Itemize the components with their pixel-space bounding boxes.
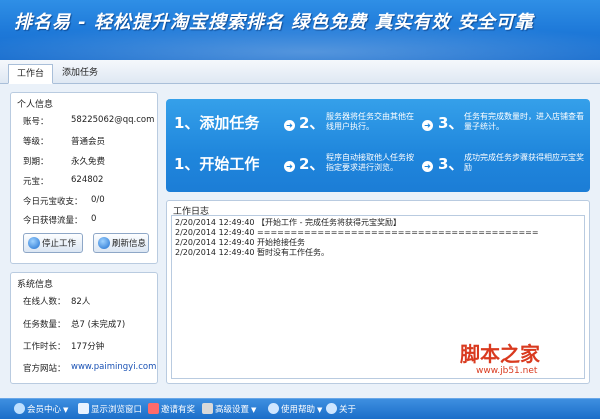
account-value: 58225062@qq.com <box>71 115 155 125</box>
step1-add-task: 1、添加任务 <box>174 114 260 132</box>
work-duration-value: 177分钟 <box>71 342 105 352</box>
step2-text: 服务器将任务交由其他在线用户执行。 <box>326 112 414 131</box>
help-menu[interactable]: 使用帮助 ▼ <box>268 403 322 417</box>
advanced-settings-label: 高级设置 <box>215 405 250 415</box>
level-label: 等级： <box>23 137 49 147</box>
stop-icon <box>28 237 40 249</box>
system-info-panel: 系统信息 在线人数： 82人 任务数量： 总7 (未完成7) 工作时长： 177… <box>10 272 158 384</box>
member-center-label: 会员中心 <box>27 405 62 415</box>
expiry-row: 到期： 永久免费 <box>23 155 105 167</box>
level-value: 普通会员 <box>71 137 106 147</box>
today-coins-value: 0/0 <box>91 195 105 205</box>
work-duration-label: 工作时长： <box>23 342 66 352</box>
info-icon <box>326 403 337 414</box>
user-icon <box>14 403 25 414</box>
about-label: 关于 <box>339 405 357 415</box>
online-users-value: 82人 <box>71 297 91 307</box>
step3b-number: 3、 <box>438 155 464 173</box>
arrow-icon: ➜ <box>284 120 295 131</box>
arrow-icon: ➜ <box>422 161 433 172</box>
show-browser-window-button[interactable]: 显示浏览窗口 <box>78 403 142 417</box>
tools-icon <box>202 403 213 414</box>
personal-info-title: 个人信息 <box>17 100 54 110</box>
website-row: 官方网站： www.paimingyi.com <box>23 362 156 374</box>
advanced-settings-menu[interactable]: 高级设置 ▼ <box>202 403 256 417</box>
watermark-logo: 脚本之家 <box>460 342 540 366</box>
invite-reward-button[interactable]: 邀请有奖 <box>148 403 195 417</box>
account-label: 账号： <box>23 117 49 127</box>
website-link[interactable]: www.paimingyi.com <box>71 362 156 372</box>
stop-work-label: 停止工作 <box>42 239 77 249</box>
arrow-icon: ➜ <box>422 120 433 131</box>
task-count-row: 任务数量： 总7 (未完成7) <box>23 318 125 330</box>
today-traffic-row: 今日获得流量： 0 <box>23 214 96 226</box>
log-line: 2/20/2014 12:49:40 =====================… <box>175 228 539 237</box>
coins-label: 元宝： <box>23 177 49 187</box>
tab-bar: 工作台 添加任务 <box>0 60 600 84</box>
bottom-toolbar: 会员中心 ▼ 显示浏览窗口 邀请有奖 高级设置 ▼ 使用帮助 ▼ 关于 <box>0 398 600 419</box>
online-users-row: 在线人数： 82人 <box>23 295 90 307</box>
caret-down-icon: ▼ <box>317 406 323 414</box>
refresh-info-button[interactable]: 刷新信息 <box>93 233 149 253</box>
arrow-icon: ➜ <box>284 161 295 172</box>
log-line: 2/20/2014 12:49:40 开始抢接任务 <box>175 238 306 247</box>
about-button[interactable]: 关于 <box>326 403 356 417</box>
step3b-text: 成功完成任务步骤获得相应元宝奖励 <box>464 153 584 172</box>
task-count-label: 任务数量： <box>23 320 66 330</box>
how-it-works-banner: 1、添加任务 ➜ 2、 服务器将任务交由其他在线用户执行。 ➜ 3、 任务有完成… <box>166 99 590 192</box>
task-count-value: 总7 (未完成7) <box>71 320 126 330</box>
refresh-info-label: 刷新信息 <box>112 239 147 249</box>
caret-down-icon: ▼ <box>63 406 69 414</box>
step2b-number: 2、 <box>299 155 325 173</box>
caret-down-icon: ▼ <box>251 406 257 414</box>
step2-number: 2、 <box>299 114 325 132</box>
show-browser-label: 显示浏览窗口 <box>91 405 143 415</box>
website-label: 官方网站： <box>23 364 66 374</box>
help-label: 使用帮助 <box>281 405 316 415</box>
today-coins-label: 今日元宝收支： <box>23 197 83 207</box>
level-row: 等级： 普通会员 <box>23 135 105 147</box>
coins-row: 元宝： 624802 <box>23 175 103 187</box>
account-row: 账号： 58225062@qq.com <box>23 115 154 127</box>
member-center-menu[interactable]: 会员中心 ▼ <box>14 403 68 417</box>
window-icon <box>78 403 89 414</box>
tab-workbench[interactable]: 工作台 <box>8 64 54 84</box>
coins-value: 624802 <box>71 175 104 185</box>
system-info-title: 系统信息 <box>17 280 54 290</box>
step3-text: 任务有完成数量时，进入店铺查看量子统计。 <box>464 112 584 131</box>
expiry-label: 到期： <box>23 157 49 167</box>
header-banner: 排名易 - 轻松提升淘宝搜索排名 绿色免费 真实有效 安全可靠 <box>0 0 600 60</box>
log-line: 2/20/2014 12:49:40 【开始工作 - 完成任务将获得元宝奖励】 <box>175 218 402 227</box>
invite-label: 邀请有奖 <box>161 405 196 415</box>
tab-add-task[interactable]: 添加任务 <box>54 64 106 84</box>
online-users-label: 在线人数： <box>23 297 66 307</box>
personal-info-panel: 个人信息 账号： 58225062@qq.com 等级： 普通会员 到期： 永久… <box>10 92 158 264</box>
watermark-url: www.jb51.net <box>476 366 538 376</box>
expiry-value: 永久免费 <box>71 157 106 167</box>
today-traffic-label: 今日获得流量： <box>23 216 83 226</box>
step1-start-work: 1、开始工作 <box>174 155 260 173</box>
step3-number: 3、 <box>438 114 464 132</box>
today-coins-row: 今日元宝收支： 0/0 <box>23 195 105 207</box>
banner-slogan: 排名易 - 轻松提升淘宝搜索排名 绿色免费 真实有效 安全可靠 <box>14 12 534 33</box>
work-duration-row: 工作时长： 177分钟 <box>23 340 104 352</box>
stop-work-button[interactable]: 停止工作 <box>23 233 83 253</box>
refresh-icon <box>98 237 110 249</box>
step2b-text: 程序自动接取他人任务按指定要求进行浏览。 <box>326 153 414 172</box>
help-icon <box>268 403 279 414</box>
today-traffic-value: 0 <box>91 214 97 224</box>
gift-icon <box>148 403 159 414</box>
log-line: 2/20/2014 12:49:40 暂时没有工作任务。 <box>175 248 330 257</box>
